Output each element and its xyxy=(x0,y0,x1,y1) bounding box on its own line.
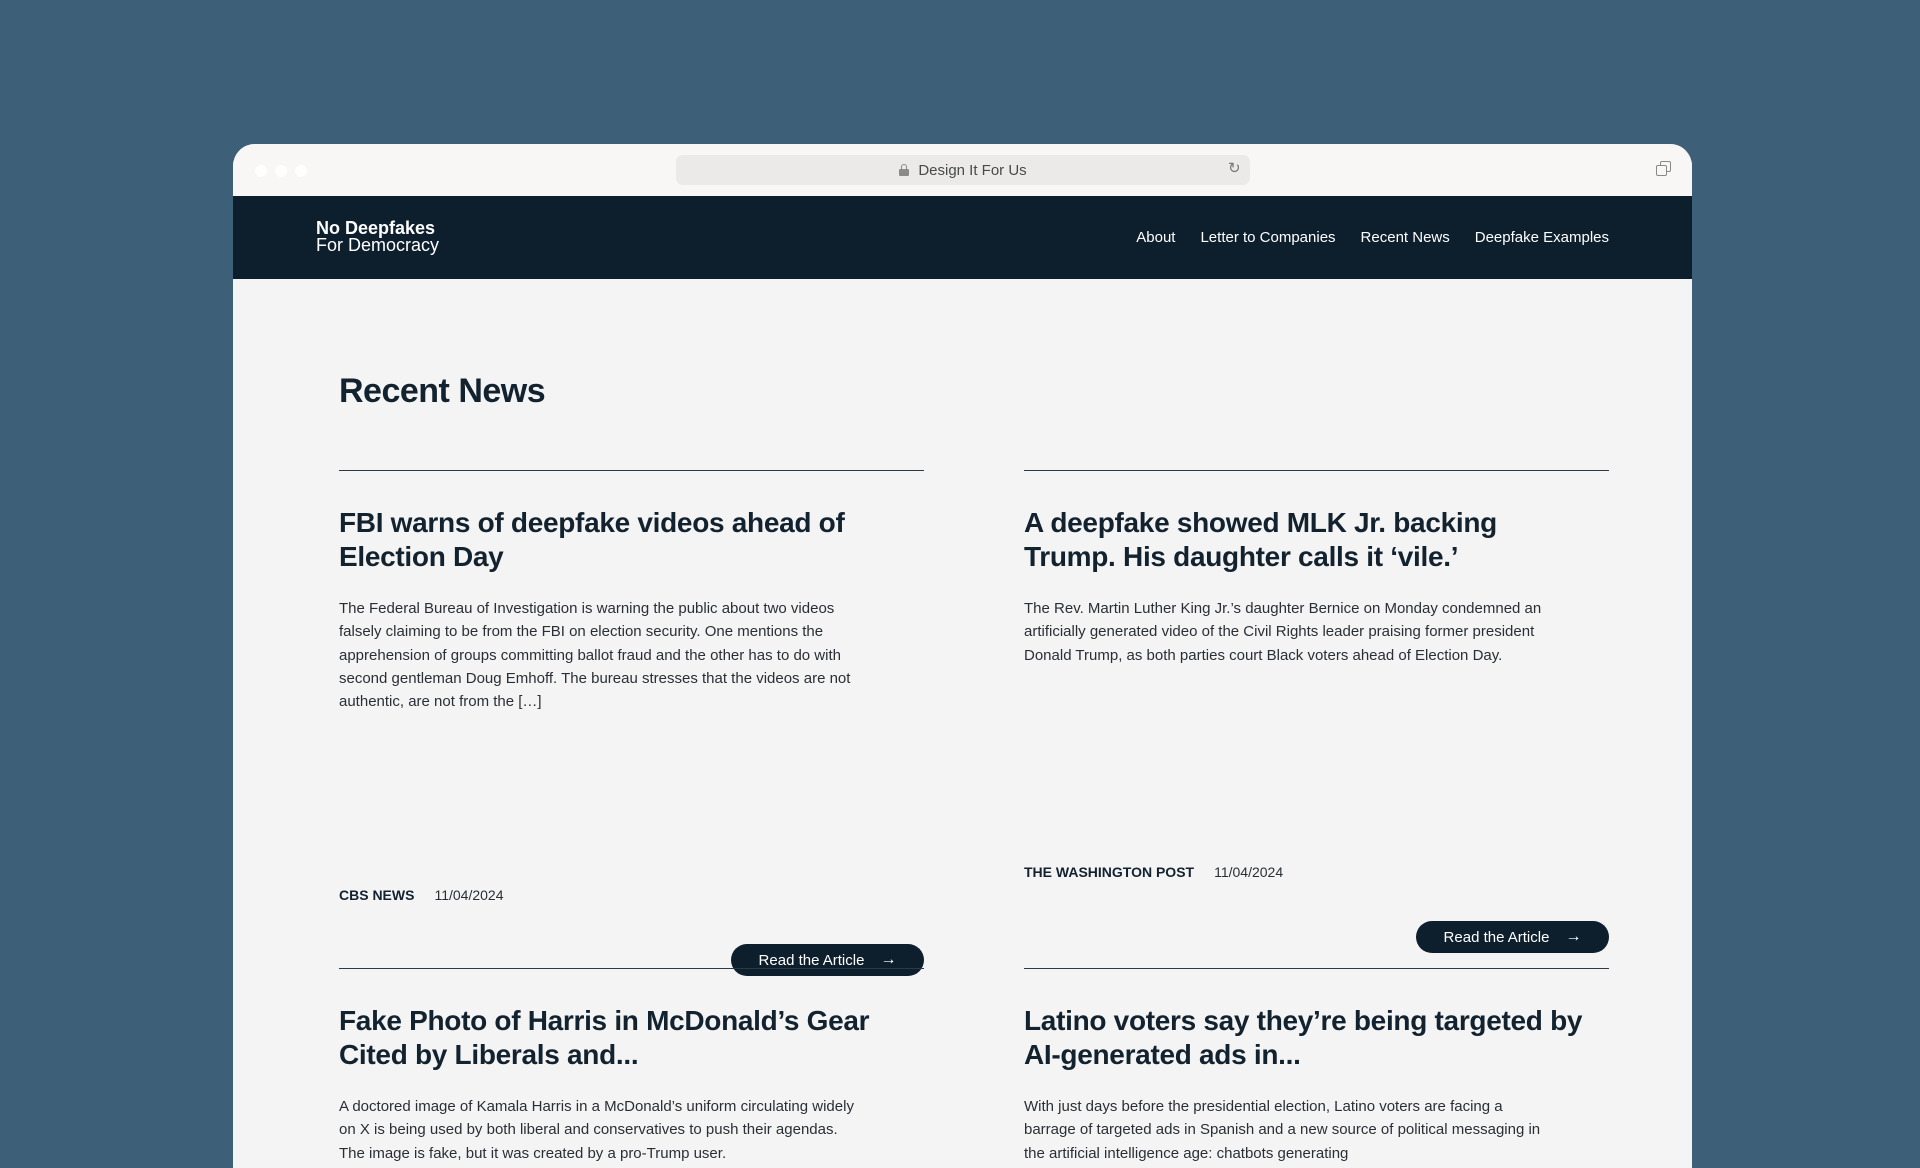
nav-letter-to-companies[interactable]: Letter to Companies xyxy=(1200,229,1335,246)
site-header: No Deepfakes For Democracy About Letter … xyxy=(233,196,1692,279)
read-article-button[interactable]: Read the Article → xyxy=(1416,921,1609,953)
arrow-right-icon: → xyxy=(1565,928,1582,945)
page-title: Recent News xyxy=(339,372,546,410)
nav-deepfake-examples[interactable]: Deepfake Examples xyxy=(1475,229,1609,246)
arrow-right-icon: → xyxy=(880,951,897,968)
article-card: A deepfake showed MLK Jr. backing Trump.… xyxy=(1024,470,1609,953)
window-zoom-button[interactable] xyxy=(295,165,307,177)
article-divider xyxy=(339,968,924,969)
article-date: 11/04/2024 xyxy=(1214,864,1284,880)
window-close-button[interactable] xyxy=(255,165,267,177)
article-headline[interactable]: A deepfake showed MLK Jr. backing Trump.… xyxy=(1024,506,1584,574)
article-source: CBS NEWS xyxy=(339,887,415,903)
article-source: THE WASHINGTON POST xyxy=(1024,864,1195,880)
nav-recent-news[interactable]: Recent News xyxy=(1361,229,1450,246)
article-summary: A doctored image of Kamala Harris in a M… xyxy=(339,1098,854,1162)
nav-about[interactable]: About xyxy=(1136,229,1175,246)
read-article-label: Read the Article xyxy=(758,951,865,969)
article-divider xyxy=(1024,968,1609,969)
article-summary: The Federal Bureau of Investigation is w… xyxy=(339,600,851,711)
article-meta: THE WASHINGTON POST 11/04/2024 xyxy=(1024,864,1283,880)
address-text: Design It For Us xyxy=(918,161,1027,179)
lock-icon xyxy=(899,164,910,176)
article-card: FBI warns of deepfake videos ahead of El… xyxy=(339,470,924,976)
article-divider xyxy=(1024,470,1609,471)
main-nav: About Letter to Companies Recent News De… xyxy=(1136,196,1609,279)
article-headline[interactable]: Latino voters say they’re being targeted… xyxy=(1024,1004,1584,1072)
window-minimize-button[interactable] xyxy=(275,165,287,177)
article-divider xyxy=(339,470,924,471)
logo-line-2: For Democracy xyxy=(316,235,440,255)
browser-toolbar: Design It For Us ↻ xyxy=(233,144,1692,196)
browser-window: Design It For Us ↻ No Deepfakes For Demo… xyxy=(233,144,1692,1168)
tabs-overview-icon[interactable] xyxy=(1656,161,1672,177)
reload-icon[interactable]: ↻ xyxy=(1228,161,1242,176)
article-card: Fake Photo of Harris in McDonald’s Gear … xyxy=(339,968,924,1168)
article-meta: CBS NEWS 11/04/2024 xyxy=(339,887,503,903)
article-date: 11/04/2024 xyxy=(434,887,504,903)
article-summary: With just days before the presidential e… xyxy=(1024,1098,1541,1162)
article-headline[interactable]: FBI warns of deepfake videos ahead of El… xyxy=(339,506,899,574)
article-card: Latino voters say they’re being targeted… xyxy=(1024,968,1609,1168)
article-headline[interactable]: Fake Photo of Harris in McDonald’s Gear … xyxy=(339,1004,899,1072)
read-article-label: Read the Article xyxy=(1443,928,1550,946)
article-summary: The Rev. Martin Luther King Jr.’s daught… xyxy=(1024,600,1542,664)
site-logo[interactable]: No Deepfakes For Democracy xyxy=(316,219,440,255)
address-bar[interactable]: Design It For Us ↻ xyxy=(676,155,1250,185)
